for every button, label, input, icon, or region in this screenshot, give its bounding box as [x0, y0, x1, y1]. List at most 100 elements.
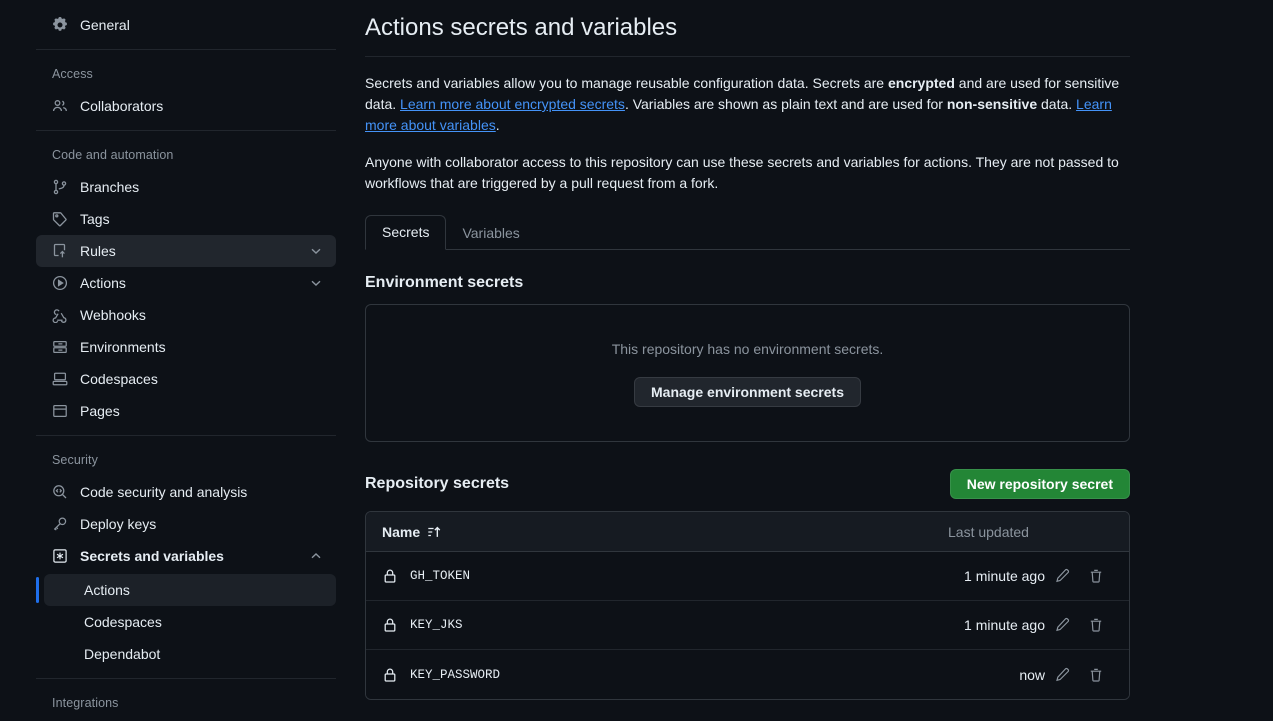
lock-icon — [382, 667, 398, 683]
sidebar-subitem-label: Codespaces — [84, 614, 162, 630]
sidebar-subitem-label: Actions — [84, 582, 130, 598]
sidebar-subitem-actions[interactable]: Actions — [36, 574, 336, 606]
sidebar-item-label: Codespaces — [80, 371, 158, 387]
webhook-icon — [52, 307, 68, 323]
sidebar-item-tags[interactable]: Tags — [36, 203, 336, 235]
asterisk-icon — [52, 548, 68, 564]
sidebar-item-webhooks[interactable]: Webhooks — [36, 299, 336, 331]
trash-icon[interactable] — [1079, 568, 1113, 584]
secret-last-updated: 1 minute ago — [964, 617, 1045, 633]
sidebar-item-deploy-keys[interactable]: Deploy keys — [36, 508, 336, 540]
sidebar-subitem-codespaces[interactable]: Codespaces — [44, 606, 336, 638]
environment-secrets-empty-text: This repository has no environment secre… — [611, 341, 884, 357]
main-content: Actions secrets and variables Secrets an… — [360, 0, 1273, 721]
secret-name: KEY_JKS — [410, 618, 463, 632]
manage-environment-secrets-button[interactable]: Manage environment secrets — [634, 377, 861, 407]
server-icon — [52, 339, 68, 355]
repository-secrets-header-row: Repository secrets New repository secret — [365, 469, 1130, 499]
sidebar-group-security-label: Security — [52, 453, 98, 467]
desc-part-5: . — [495, 117, 500, 133]
chevron-up-icon[interactable] — [308, 548, 324, 564]
sidebar-item-branches[interactable]: Branches — [36, 171, 336, 203]
sort-asc-icon[interactable] — [427, 525, 441, 539]
sidebar-divider — [36, 435, 336, 436]
sidebar-group-code-label: Code and automation — [52, 148, 174, 162]
sidebar-divider — [36, 678, 336, 679]
sidebar-item-label: Branches — [80, 179, 140, 195]
column-header-last-updated: Last updated — [948, 523, 1029, 540]
lock-icon — [382, 568, 398, 584]
desc-part-3: . Variables are shown as plain text and … — [624, 96, 947, 112]
branch-icon — [52, 179, 68, 195]
sidebar-item-codespaces[interactable]: Codespaces — [36, 363, 336, 395]
tab-secrets[interactable]: Secrets — [365, 215, 447, 250]
people-icon — [52, 98, 68, 114]
secret-last-updated: 1 minute ago — [964, 568, 1045, 584]
new-repository-secret-button[interactable]: New repository secret — [949, 469, 1130, 499]
desc-bold-encrypted: encrypted — [887, 75, 955, 91]
desc-part-4: data. — [1037, 96, 1077, 112]
sidebar-item-general[interactable]: General — [36, 9, 336, 41]
tag-icon — [52, 211, 68, 227]
environment-secrets-heading: Environment secrets — [365, 274, 524, 291]
link-encrypted-secrets[interactable]: Learn more about encrypted secrets — [400, 96, 625, 112]
sidebar-group-access-label: Access — [52, 67, 93, 81]
secrets-variables-tabs: Secrets Variables — [365, 212, 1130, 250]
description-paragraph-2: Anyone with collaborator access to this … — [365, 154, 1119, 191]
page-title: Actions secrets and variables — [365, 14, 678, 41]
title-divider — [365, 56, 1130, 57]
gear-icon — [52, 17, 68, 33]
pencil-icon[interactable] — [1045, 617, 1079, 633]
sidebar-item-pages[interactable]: Pages — [36, 395, 336, 427]
table-row: KEY_PASSWORD now — [366, 650, 1129, 699]
sidebar-subitem-label: Dependabot — [84, 646, 161, 662]
sidebar-item-label: Pages — [80, 403, 120, 419]
codespaces-icon — [52, 371, 68, 387]
sidebar-item-label: General — [80, 17, 130, 33]
sidebar-item-label: Secrets and variables — [80, 548, 224, 564]
sidebar-divider — [36, 130, 336, 131]
repository-secrets-heading: Repository secrets — [365, 475, 510, 492]
chevron-down-icon[interactable] — [308, 243, 324, 259]
sidebar-item-label: Deploy keys — [80, 516, 157, 532]
sidebar-item-environments[interactable]: Environments — [36, 331, 336, 363]
trash-icon[interactable] — [1079, 617, 1113, 633]
sidebar-item-label: Rules — [80, 243, 116, 259]
browser-icon — [52, 403, 68, 419]
play-icon — [52, 275, 68, 291]
table-row: GH_TOKEN 1 minute ago — [366, 552, 1129, 601]
rules-icon — [52, 243, 68, 259]
secret-name: KEY_PASSWORD — [410, 667, 501, 682]
tab-variables[interactable]: Variables — [446, 217, 535, 250]
sidebar-item-label: Code security and analysis — [80, 484, 248, 500]
sidebar-item-collaborators[interactable]: Collaborators — [36, 90, 336, 122]
settings-page: General Access Collaborators Code and au… — [0, 0, 1273, 721]
sidebar-group-integrations-label: Integrations — [52, 696, 119, 710]
sidebar-item-label: Actions — [80, 275, 126, 291]
lock-icon — [382, 617, 398, 633]
sidebar-item-secrets-and-variables[interactable]: Secrets and variables — [36, 540, 336, 572]
repository-secrets-table: Name Last updated GH_TOKEN 1 minute ago — [365, 511, 1130, 700]
codescan-icon — [52, 484, 68, 500]
column-header-name-label: Name — [382, 523, 421, 540]
settings-sidebar: General Access Collaborators Code and au… — [0, 0, 360, 721]
pencil-icon[interactable] — [1045, 568, 1079, 584]
sidebar-item-rules[interactable]: Rules — [36, 235, 336, 267]
column-header-name[interactable]: Name — [382, 524, 441, 540]
secret-name: GH_TOKEN — [410, 569, 471, 583]
sidebar-subitem-dependabot[interactable]: Dependabot — [44, 638, 336, 670]
chevron-down-icon[interactable] — [308, 275, 324, 291]
sidebar-item-actions[interactable]: Actions — [36, 267, 336, 299]
sidebar-item-label: Environments — [80, 339, 166, 355]
desc-bold-non-sensitive: non-sensitive — [946, 96, 1038, 112]
secret-last-updated: now — [1019, 666, 1045, 683]
desc-part-1: Secrets and variables allow you to manag… — [365, 75, 888, 91]
pencil-icon[interactable] — [1045, 667, 1079, 683]
secrets-subnav: Actions Codespaces Dependabot — [36, 574, 336, 670]
description-paragraph-1: Secrets and variables allow you to manag… — [365, 73, 1130, 136]
sidebar-item-code-security[interactable]: Code security and analysis — [36, 476, 336, 508]
sidebar-divider — [36, 49, 336, 50]
table-row: KEY_JKS 1 minute ago — [366, 601, 1129, 650]
sidebar-item-label: Webhooks — [80, 307, 146, 323]
trash-icon[interactable] — [1079, 667, 1113, 683]
